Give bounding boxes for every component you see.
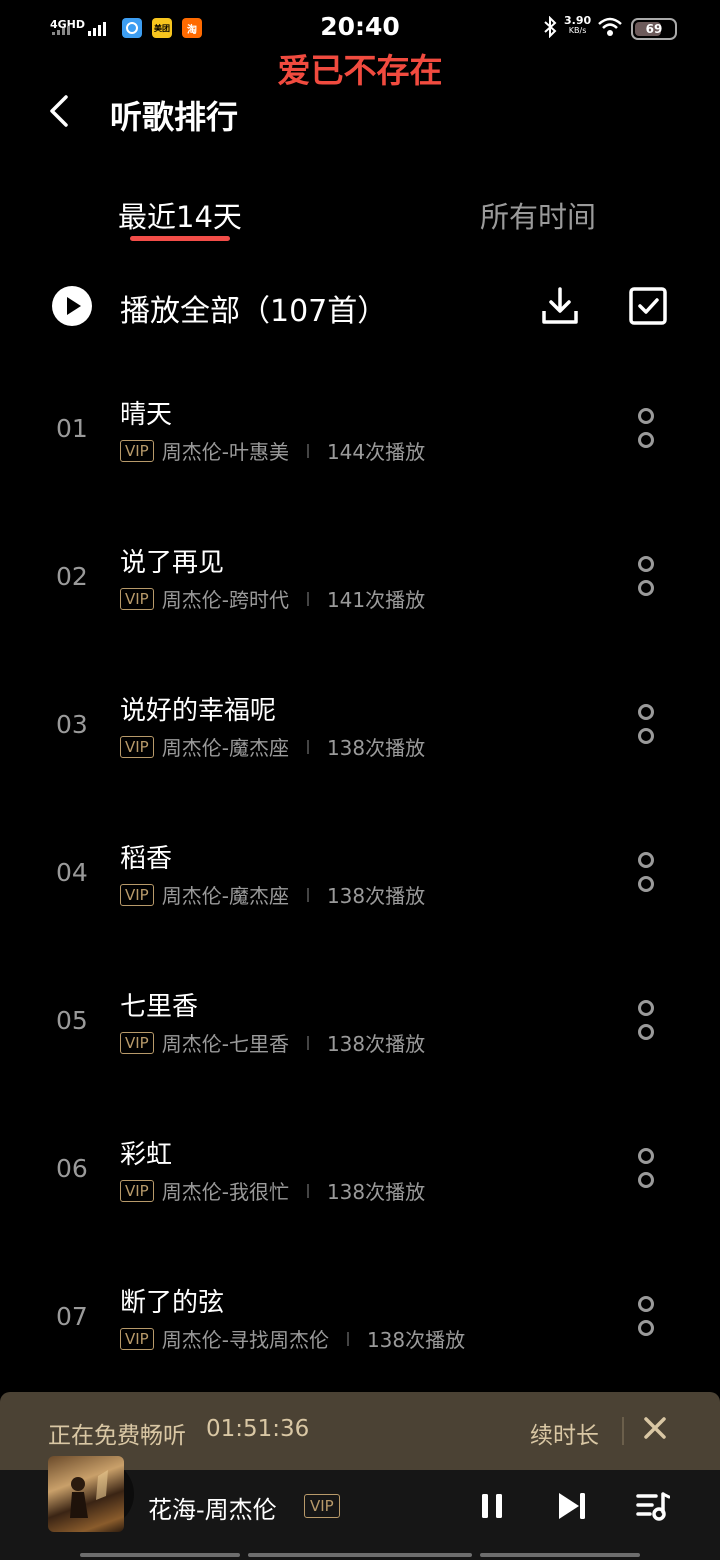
song-meta: VIP 周杰伦-我很忙 138次播放 bbox=[120, 1176, 425, 1205]
song-plays: 138次播放 bbox=[366, 1328, 466, 1352]
divider bbox=[306, 739, 309, 754]
playlist-icon[interactable] bbox=[636, 1490, 671, 1522]
pause-icon[interactable] bbox=[480, 1492, 504, 1520]
song-row[interactable]: 05 七里香 VIP 周杰伦-七里香 138次播放 bbox=[0, 972, 720, 1120]
page-title: 听歌排行 bbox=[110, 98, 239, 136]
bluetooth-icon bbox=[543, 15, 557, 43]
song-artist-album: 周杰伦-寻找周杰伦 bbox=[161, 1328, 329, 1352]
divider bbox=[622, 1417, 624, 1445]
song-meta: VIP 周杰伦-跨时代 141次播放 bbox=[120, 584, 425, 613]
vip-badge: VIP bbox=[120, 735, 154, 758]
song-title: 断了的弦 bbox=[120, 1288, 225, 1318]
play-all-button[interactable]: 播放全部（107首） bbox=[120, 286, 387, 330]
song-plays: 138次播放 bbox=[326, 736, 426, 760]
song-rank: 02 bbox=[56, 562, 88, 591]
network-speed: 3.90 KB/s bbox=[564, 14, 592, 36]
song-plays: 138次播放 bbox=[326, 884, 426, 908]
more-options-icon[interactable] bbox=[638, 1296, 658, 1344]
album-cover[interactable] bbox=[48, 1456, 124, 1532]
song-plays: 138次播放 bbox=[326, 1180, 426, 1204]
tab-all-time[interactable]: 所有时间 bbox=[480, 194, 596, 236]
now-playing-title: 花海-周杰伦 bbox=[148, 1496, 277, 1524]
song-title: 七里香 bbox=[120, 992, 199, 1022]
song-rank: 01 bbox=[56, 414, 88, 443]
divider bbox=[306, 443, 309, 458]
vip-badge: VIP bbox=[304, 1494, 340, 1518]
song-row[interactable]: 04 稻香 VIP 周杰伦-魔杰座 138次播放 bbox=[0, 824, 720, 972]
song-artist-album: 周杰伦-魔杰座 bbox=[161, 736, 289, 760]
battery-icon: 69 bbox=[631, 18, 677, 40]
divider bbox=[306, 887, 309, 902]
song-plays: 138次播放 bbox=[326, 1032, 426, 1056]
free-trial-remaining: 01:51:36 bbox=[206, 1416, 310, 1442]
more-options-icon[interactable] bbox=[638, 408, 658, 456]
lyric-overlay: 爱已不存在 bbox=[277, 51, 443, 90]
vip-badge: VIP bbox=[120, 1031, 154, 1054]
home-indicator bbox=[80, 1553, 640, 1557]
song-row[interactable]: 06 彩虹 VIP 周杰伦-我很忙 138次播放 bbox=[0, 1120, 720, 1268]
more-options-icon[interactable] bbox=[638, 1000, 658, 1048]
song-artist-album: 周杰伦-叶惠美 bbox=[161, 440, 289, 464]
song-artist-album: 周杰伦-七里香 bbox=[161, 1032, 289, 1056]
divider bbox=[306, 591, 309, 606]
divider bbox=[306, 1035, 309, 1050]
song-title: 说了再见 bbox=[120, 548, 225, 578]
song-title: 晴天 bbox=[120, 400, 173, 430]
tab-indicator bbox=[130, 236, 230, 241]
chevron-left-icon bbox=[50, 95, 68, 127]
song-meta: VIP 周杰伦-魔杰座 138次播放 bbox=[120, 880, 425, 909]
song-row[interactable]: 02 说了再见 VIP 周杰伦-跨时代 141次播放 bbox=[0, 528, 720, 676]
song-row[interactable]: 01 晴天 VIP 周杰伦-叶惠美 144次播放 bbox=[0, 380, 720, 528]
song-meta: VIP 周杰伦-魔杰座 138次播放 bbox=[120, 732, 425, 761]
wifi-icon bbox=[597, 16, 623, 42]
free-trial-label: 正在免费畅听 bbox=[48, 1423, 186, 1449]
song-rank: 06 bbox=[56, 1154, 88, 1183]
more-options-icon[interactable] bbox=[638, 556, 658, 604]
song-artist-album: 周杰伦-魔杰座 bbox=[161, 884, 289, 908]
vip-badge: VIP bbox=[120, 439, 154, 462]
download-icon[interactable] bbox=[540, 286, 580, 326]
divider bbox=[306, 1183, 309, 1198]
renew-button[interactable]: 续时长 bbox=[530, 1416, 599, 1450]
vip-badge: VIP bbox=[120, 1179, 154, 1202]
network-speed-value: 3.90 bbox=[564, 14, 592, 27]
song-artist-album: 周杰伦-跨时代 bbox=[161, 588, 289, 612]
album-art-image bbox=[70, 1470, 108, 1518]
song-plays: 141次播放 bbox=[326, 588, 426, 612]
multi-select-icon[interactable] bbox=[628, 286, 668, 326]
close-icon[interactable] bbox=[640, 1413, 670, 1443]
song-title: 说好的幸福呢 bbox=[120, 696, 277, 726]
song-rank: 03 bbox=[56, 710, 88, 739]
song-rank: 05 bbox=[56, 1006, 88, 1035]
song-meta: VIP 周杰伦-叶惠美 144次播放 bbox=[120, 436, 425, 465]
back-button[interactable] bbox=[44, 94, 78, 128]
vip-badge: VIP bbox=[120, 1327, 154, 1350]
tab-recent-14-days[interactable]: 最近14天 bbox=[118, 194, 242, 236]
play-all-icon[interactable] bbox=[52, 286, 92, 326]
song-rank: 07 bbox=[56, 1302, 88, 1331]
network-speed-unit: KB/s bbox=[568, 26, 587, 35]
more-options-icon[interactable] bbox=[638, 704, 658, 752]
battery-level: 69 bbox=[645, 22, 663, 36]
song-artist-album: 周杰伦-我很忙 bbox=[161, 1180, 289, 1204]
song-title: 稻香 bbox=[120, 844, 173, 874]
divider bbox=[346, 1331, 349, 1346]
vip-badge: VIP bbox=[120, 883, 154, 906]
song-meta: VIP 周杰伦-七里香 138次播放 bbox=[120, 1028, 425, 1057]
next-track-icon[interactable] bbox=[556, 1490, 588, 1522]
song-title: 彩虹 bbox=[120, 1140, 173, 1170]
song-rank: 04 bbox=[56, 858, 88, 887]
song-plays: 144次播放 bbox=[326, 440, 426, 464]
more-options-icon[interactable] bbox=[638, 1148, 658, 1196]
more-options-icon[interactable] bbox=[638, 852, 658, 900]
song-row[interactable]: 03 说好的幸福呢 VIP 周杰伦-魔杰座 138次播放 bbox=[0, 676, 720, 824]
song-meta: VIP 周杰伦-寻找周杰伦 138次播放 bbox=[120, 1324, 465, 1353]
vip-badge: VIP bbox=[120, 587, 154, 610]
